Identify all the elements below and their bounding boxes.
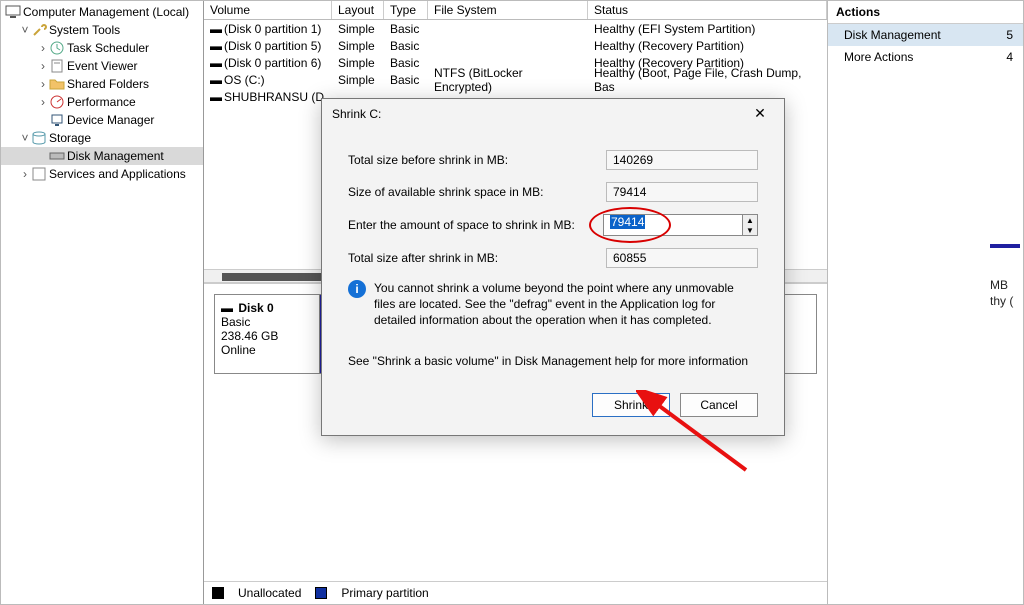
- table-row[interactable]: ▬OS (C:)SimpleBasicNTFS (BitLocker Encry…: [204, 71, 827, 88]
- book-icon: [49, 58, 65, 74]
- chevron-right-icon[interactable]: ›: [37, 77, 49, 91]
- volume-icon: ▬: [210, 73, 224, 87]
- action-badge: 5: [1006, 28, 1013, 42]
- spin-up-icon[interactable]: ▲: [743, 215, 757, 225]
- chevron-right-icon[interactable]: ›: [37, 59, 49, 73]
- spinner-buttons[interactable]: ▲▼: [743, 214, 758, 236]
- table-row[interactable]: ▬(Disk 0 partition 1)SimpleBasicHealthy …: [204, 20, 827, 37]
- tree-label: Storage: [49, 131, 91, 145]
- label-available: Size of available shrink space in MB:: [348, 185, 606, 199]
- tree-task-scheduler[interactable]: › Task Scheduler: [1, 39, 203, 57]
- tree-root[interactable]: Computer Management (Local): [1, 3, 203, 21]
- action-badge: 4: [1006, 50, 1013, 64]
- th-volume[interactable]: Volume: [204, 1, 332, 19]
- disk-header[interactable]: ▬ Disk 0 Basic 238.46 GB Online: [215, 295, 320, 373]
- field-total-before: 140269: [606, 150, 758, 170]
- legend-label: Unallocated: [238, 586, 301, 600]
- field-available: 79414: [606, 182, 758, 202]
- chevron-right-icon[interactable]: ›: [19, 167, 31, 181]
- action-label: Disk Management: [844, 28, 941, 42]
- shrink-dialog: Shrink C: ✕ Total size before shrink in …: [321, 98, 785, 436]
- volume-icon: ▬: [210, 56, 224, 70]
- disk-name: Disk 0: [238, 301, 273, 315]
- chevron-right-icon[interactable]: ›: [37, 41, 49, 55]
- label-total-before: Total size before shrink in MB:: [348, 153, 606, 167]
- legend: Unallocated Primary partition: [204, 581, 827, 604]
- volume-icon: ▬: [210, 90, 224, 104]
- tree-label: Task Scheduler: [67, 41, 149, 55]
- tree-system-tools[interactable]: ˅ System Tools: [1, 21, 203, 39]
- chevron-down-icon[interactable]: ˅: [19, 23, 31, 37]
- tree-storage[interactable]: ˅ Storage: [1, 129, 203, 147]
- tree-device-manager[interactable]: › Device Manager: [1, 111, 203, 129]
- action-label: More Actions: [844, 50, 913, 64]
- legend-label: Primary partition: [341, 586, 428, 600]
- device-icon: [49, 112, 65, 128]
- th-type[interactable]: Type: [384, 1, 428, 19]
- computer-icon: [5, 4, 21, 20]
- tree-performance[interactable]: › Performance: [1, 93, 203, 111]
- volume-icon: ▬: [210, 39, 224, 53]
- label-total-after: Total size after shrink in MB:: [348, 251, 606, 265]
- tree-label: Disk Management: [67, 149, 164, 163]
- nav-tree: Computer Management (Local) ˅ System Too…: [1, 1, 204, 604]
- volume-table-header: Volume Layout Type File System Status: [204, 1, 827, 20]
- disk-type: Basic: [221, 315, 250, 329]
- volume-table-body: ▬(Disk 0 partition 1)SimpleBasicHealthy …: [204, 20, 827, 105]
- tree-label: Shared Folders: [67, 77, 149, 91]
- cancel-button[interactable]: Cancel: [680, 393, 758, 417]
- actions-title: Actions: [828, 1, 1023, 24]
- th-layout[interactable]: Layout: [332, 1, 384, 19]
- field-total-after: 60855: [606, 248, 758, 268]
- services-icon: [31, 166, 47, 182]
- tree-disk-management[interactable]: › Disk Management: [1, 147, 203, 165]
- info-icon: i: [348, 280, 366, 298]
- table-row[interactable]: ▬(Disk 0 partition 5)SimpleBasicHealthy …: [204, 37, 827, 54]
- disk-size: 238.46 GB: [221, 329, 278, 343]
- chevron-down-icon[interactable]: ˅: [19, 131, 31, 145]
- action-disk-management[interactable]: Disk Management 5: [828, 24, 1023, 46]
- th-status[interactable]: Status: [588, 1, 827, 19]
- tree-label: System Tools: [49, 23, 120, 37]
- disk-status: Online: [221, 343, 256, 357]
- tree-shared-folders[interactable]: › Shared Folders: [1, 75, 203, 93]
- folder-icon: [49, 76, 65, 92]
- storage-icon: [31, 130, 47, 146]
- info-text: You cannot shrink a volume beyond the po…: [374, 280, 758, 329]
- legend-swatch-unallocated: [212, 587, 224, 599]
- tree-label: Services and Applications: [49, 167, 186, 181]
- volume-icon: ▬: [210, 22, 224, 36]
- dialog-title: Shrink C:: [332, 107, 381, 121]
- disk-icon: ▬: [221, 301, 235, 315]
- help-text: See "Shrink a basic volume" in Disk Mana…: [348, 354, 748, 368]
- shrink-amount-input[interactable]: 79414: [603, 214, 743, 236]
- spin-down-icon[interactable]: ▼: [743, 225, 757, 235]
- th-filesystem[interactable]: File System: [428, 1, 588, 19]
- clock-icon: [49, 40, 65, 56]
- tree-label: Event Viewer: [67, 59, 137, 73]
- tree-label: Device Manager: [67, 113, 154, 127]
- action-more[interactable]: More Actions 4: [828, 46, 1023, 68]
- tree-root-label: Computer Management (Local): [23, 5, 189, 19]
- tree-services-apps[interactable]: › Services and Applications: [1, 165, 203, 183]
- chevron-right-icon[interactable]: ›: [37, 95, 49, 109]
- legend-swatch-primary: [315, 587, 327, 599]
- tools-icon: [31, 22, 47, 38]
- gauge-icon: [49, 94, 65, 110]
- close-button[interactable]: ✕: [746, 105, 774, 122]
- disk-icon: [49, 148, 65, 164]
- tree-label: Performance: [67, 95, 136, 109]
- label-enter-amount: Enter the amount of space to shrink in M…: [348, 218, 603, 232]
- partition-peek: MB thy (: [990, 244, 1020, 309]
- tree-event-viewer[interactable]: › Event Viewer: [1, 57, 203, 75]
- shrink-button[interactable]: Shrink: [592, 393, 670, 417]
